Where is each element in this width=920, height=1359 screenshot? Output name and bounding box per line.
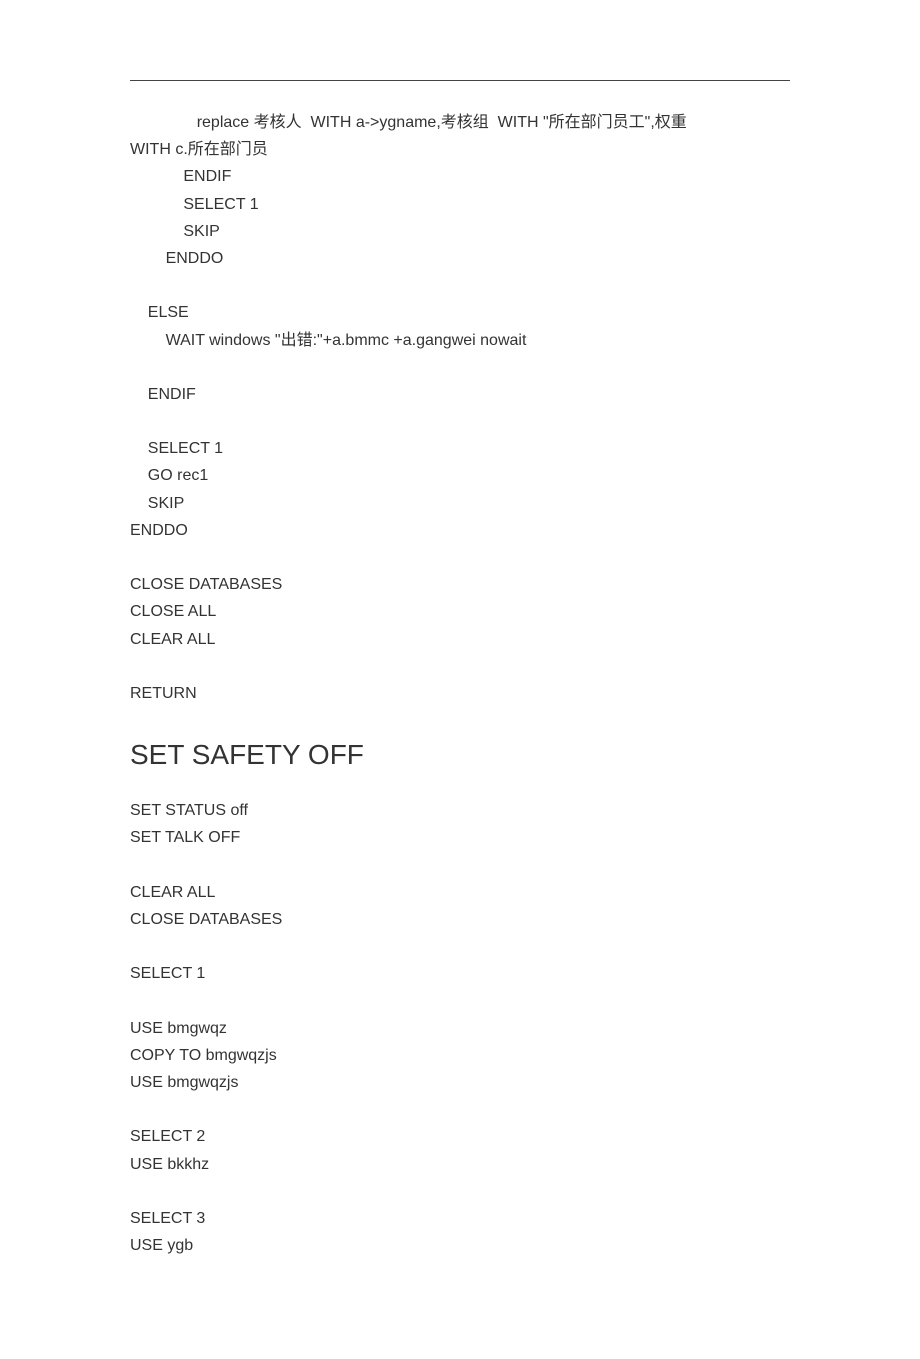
- code-line: CLOSE ALL: [130, 603, 216, 620]
- code-line: CLOSE DATABASES: [130, 576, 282, 593]
- code-line: USE bmgwqz: [130, 1020, 227, 1037]
- code-line: SELECT 2: [130, 1128, 205, 1145]
- code-line: ENDDO: [130, 522, 188, 539]
- code-line: COPY TO bmgwqzjs: [130, 1047, 277, 1064]
- code-line: SELECT 1: [130, 965, 205, 982]
- top-rule: [130, 80, 790, 81]
- code-line: SELECT 1: [130, 196, 259, 213]
- code-line: ELSE: [130, 304, 189, 321]
- code-line: CLEAR ALL: [130, 631, 215, 648]
- code-line: SKIP: [130, 495, 184, 512]
- code-line: replace 考核人 WITH a->ygname,考核组 WITH "所在部…: [130, 114, 687, 131]
- code-line: RETURN: [130, 685, 197, 702]
- code-line: CLEAR ALL: [130, 884, 215, 901]
- code-block-lower: SET STATUS off SET TALK OFF CLEAR ALL CL…: [130, 797, 790, 1259]
- code-line: CLOSE DATABASES: [130, 911, 282, 928]
- code-line: SET TALK OFF: [130, 829, 240, 846]
- code-line: SKIP: [130, 223, 220, 240]
- code-line: USE bkkhz: [130, 1156, 209, 1173]
- section-heading: SET SAFETY OFF: [130, 739, 790, 771]
- code-line: USE ygb: [130, 1237, 193, 1254]
- code-line: GO rec1: [130, 467, 208, 484]
- code-line: SELECT 1: [130, 440, 223, 457]
- code-line: SET STATUS off: [130, 802, 248, 819]
- code-line: WITH c.所在部门员: [130, 141, 268, 158]
- code-line: ENDIF: [130, 386, 196, 403]
- code-line: USE bmgwqzjs: [130, 1074, 238, 1091]
- code-line: ENDDO: [130, 250, 223, 267]
- document-page: replace 考核人 WITH a->ygname,考核组 WITH "所在部…: [0, 0, 920, 1359]
- code-block-upper: replace 考核人 WITH a->ygname,考核组 WITH "所在部…: [130, 109, 790, 707]
- code-line: ENDIF: [130, 168, 231, 185]
- code-line: WAIT windows "出错:"+a.bmmc +a.gangwei now…: [130, 332, 526, 349]
- code-line: SELECT 3: [130, 1210, 205, 1227]
